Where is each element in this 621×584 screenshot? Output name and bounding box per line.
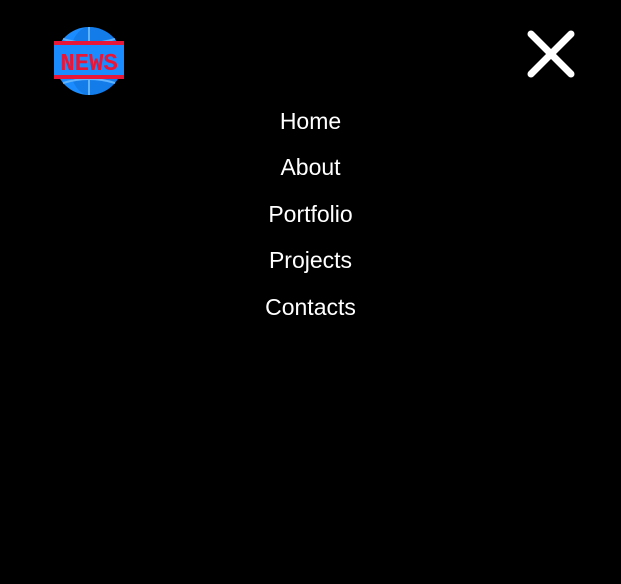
- close-menu-button[interactable]: [525, 28, 577, 80]
- nav-item-portfolio: Portfolio: [0, 191, 621, 238]
- mobile-menu-overlay: NEWS Home About Portfolio Projects Conta…: [0, 0, 621, 584]
- news-logo-link[interactable]: NEWS: [53, 25, 125, 97]
- nav-item-projects: Projects: [0, 238, 621, 285]
- nav-item-home: Home: [0, 98, 621, 145]
- nav-link-about[interactable]: About: [280, 156, 340, 179]
- logo-text: NEWS: [60, 51, 118, 78]
- nav-link-contacts[interactable]: Contacts: [265, 295, 356, 319]
- nav-item-about: About: [0, 145, 621, 192]
- nav-link-projects[interactable]: Projects: [269, 249, 352, 272]
- news-globe-icon: NEWS: [53, 25, 125, 97]
- nav-item-contacts: Contacts: [0, 284, 621, 331]
- close-icon: [525, 28, 577, 80]
- nav-link-portfolio[interactable]: Portfolio: [268, 202, 352, 226]
- nav-link-home[interactable]: Home: [280, 109, 341, 133]
- main-nav: Home About Portfolio Projects Contacts: [0, 98, 621, 331]
